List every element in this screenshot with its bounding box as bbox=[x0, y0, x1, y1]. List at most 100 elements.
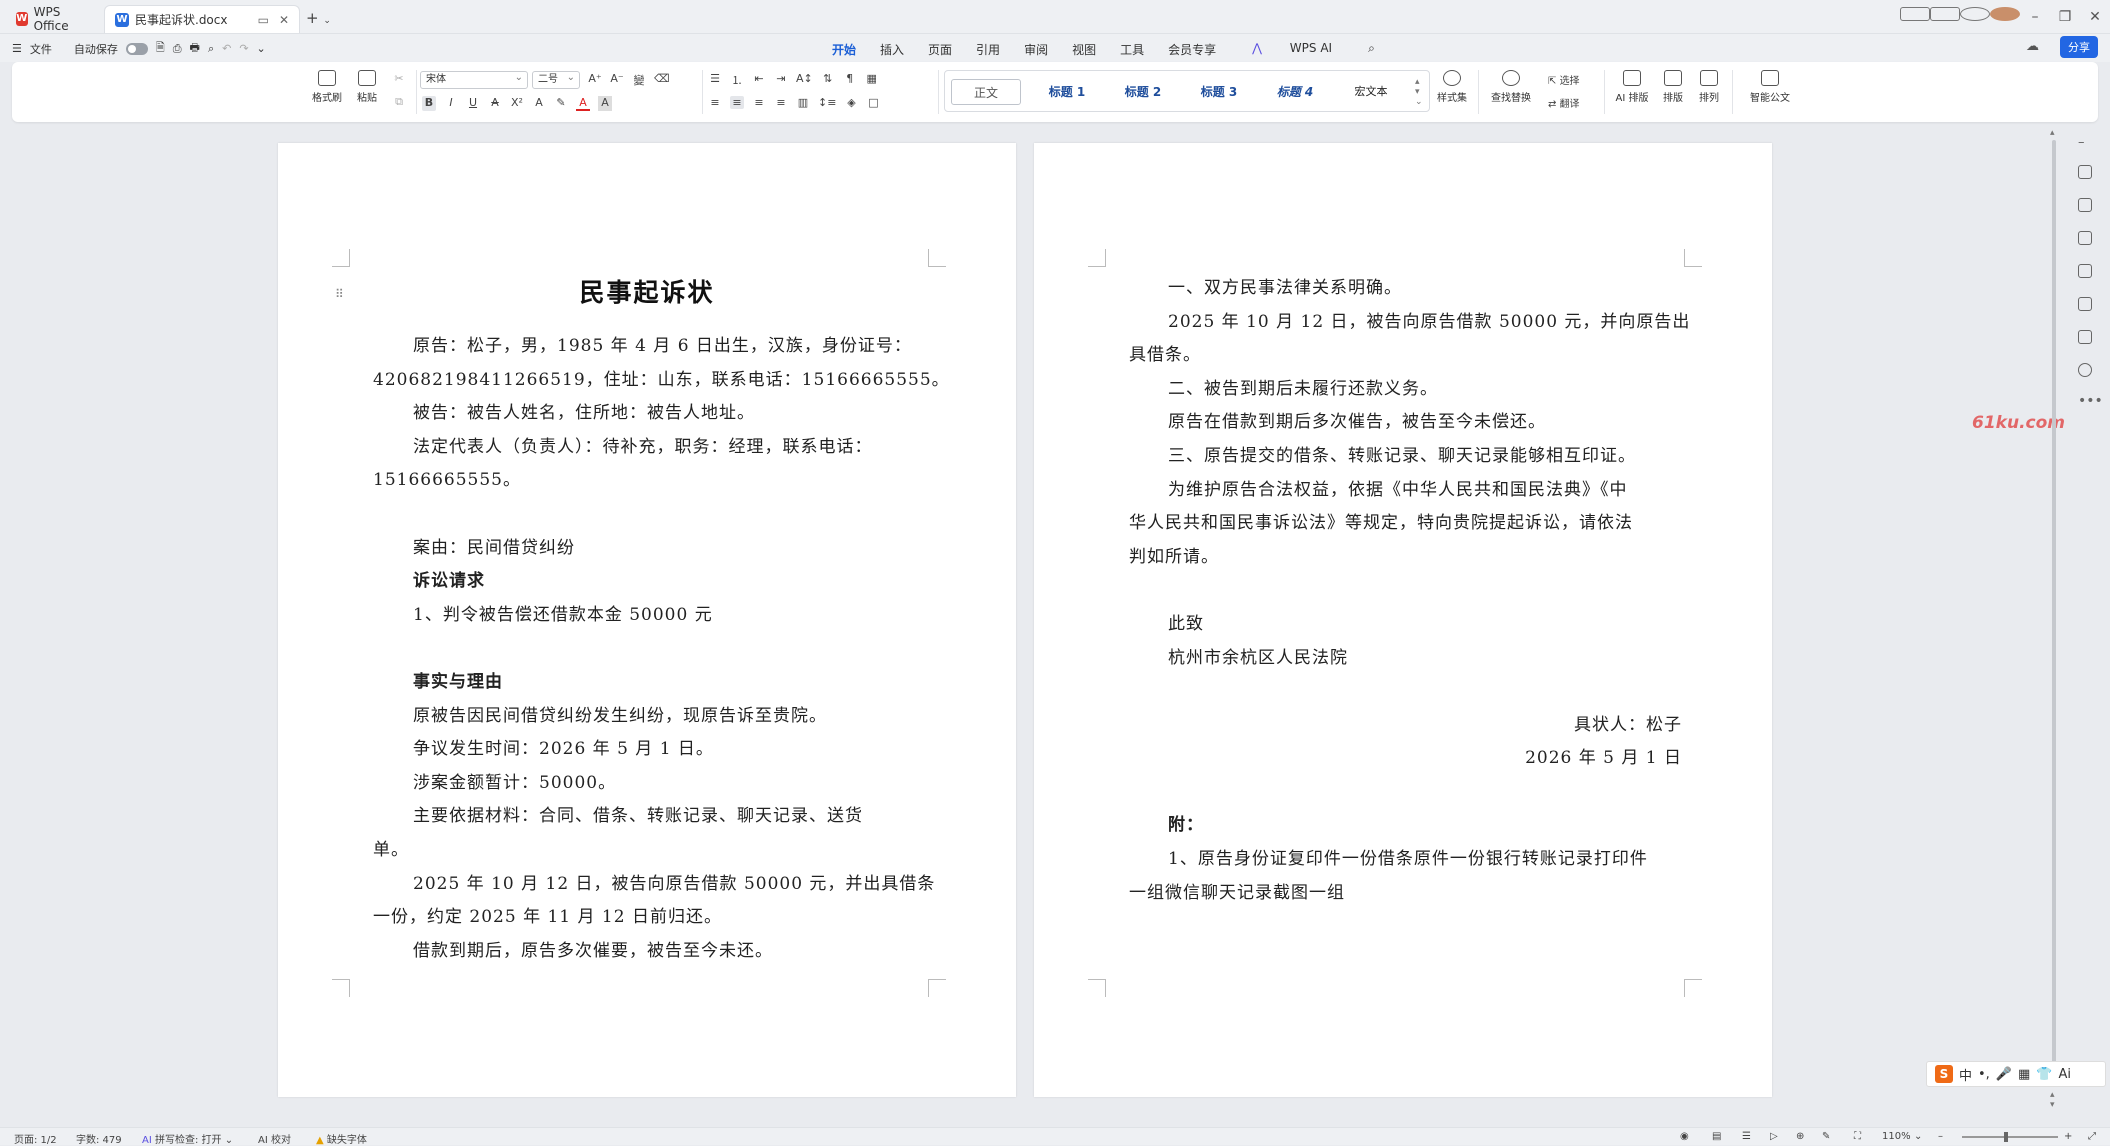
ai-proofread[interactable]: AI 校对 bbox=[258, 1131, 291, 1146]
undo-icon[interactable]: ↶ bbox=[222, 42, 231, 55]
share-button[interactable]: 分享 bbox=[2060, 36, 2098, 58]
italic-icon[interactable]: I bbox=[444, 96, 458, 111]
align-left-icon[interactable]: ≡ bbox=[708, 96, 722, 109]
chevron-down-icon[interactable]: ⌄ bbox=[323, 16, 331, 26]
customize-icon[interactable]: ⌄ bbox=[257, 42, 266, 55]
menu-wps-ai[interactable]: ⋀ WPS AI bbox=[1228, 38, 1356, 61]
menu-insert[interactable]: 插入 bbox=[868, 38, 916, 61]
style-heading-3[interactable]: 标题 3 bbox=[1189, 79, 1249, 105]
skin-icon[interactable]: 👕 bbox=[2036, 1067, 2052, 1082]
tab-close-icon[interactable]: ✕ bbox=[279, 13, 289, 27]
table-borders-icon[interactable]: ▦ bbox=[865, 72, 879, 88]
zoom-slider-handle[interactable] bbox=[2004, 1132, 2008, 1142]
select-button[interactable]: ⇱ 选择 bbox=[1548, 72, 1580, 87]
cube-icon[interactable] bbox=[1960, 6, 1990, 28]
page-view-icon[interactable]: ▤ bbox=[1712, 1131, 1721, 1142]
style-normal[interactable]: 正文 bbox=[951, 79, 1021, 105]
style-heading-4[interactable]: 标题 4 bbox=[1265, 79, 1325, 105]
style-heading-1[interactable]: 标题 1 bbox=[1037, 79, 1097, 105]
redo-icon[interactable]: ↷ bbox=[239, 42, 248, 55]
decrease-indent-icon[interactable]: ⇤ bbox=[752, 72, 766, 88]
shrink-font-icon[interactable]: A⁻ bbox=[610, 72, 624, 88]
mail-icon[interactable] bbox=[1900, 6, 1930, 28]
highlight-icon[interactable]: ✎ bbox=[554, 96, 568, 111]
minimize-icon[interactable]: – bbox=[2020, 6, 2050, 28]
tab-document[interactable]: W 民事起诉状.docx ▭ ✕ bbox=[104, 5, 300, 33]
style-macro-text[interactable]: 宏文本 bbox=[1341, 79, 1401, 105]
word-count[interactable]: 字数: 479 bbox=[76, 1131, 122, 1146]
styles-scroll-icon[interactable]: ▴ ▾ ⌄ bbox=[1415, 77, 1423, 107]
pen-icon[interactable]: ✎ bbox=[1822, 1131, 1830, 1142]
layout-button[interactable]: 排版 bbox=[1658, 70, 1688, 104]
translate-button[interactable]: ⇄ 翻译 bbox=[1548, 95, 1580, 110]
more-icon[interactable]: ••• bbox=[2078, 393, 2103, 409]
font-size-select[interactable]: 二号 bbox=[532, 70, 580, 89]
menu-references[interactable]: 引用 bbox=[964, 38, 1012, 61]
scroll-up-icon[interactable]: ▴ bbox=[2050, 128, 2055, 138]
edit-icon[interactable] bbox=[2078, 165, 2092, 179]
new-tab-button[interactable]: + ⌄ bbox=[306, 9, 331, 27]
find-replace-button[interactable]: 查找替换 bbox=[1488, 70, 1534, 104]
align-right-icon[interactable]: ≡ bbox=[752, 96, 766, 109]
cloud-icon[interactable]: ☁ bbox=[2026, 39, 2039, 54]
close-window-icon[interactable]: ✕ bbox=[2080, 6, 2110, 28]
zoom-level[interactable]: 110% bbox=[1882, 1131, 1911, 1142]
char-shading-icon[interactable]: A bbox=[598, 96, 612, 111]
play-icon[interactable]: ▷ bbox=[1770, 1131, 1778, 1142]
line-spacing-icon[interactable]: ↕≡ bbox=[818, 96, 836, 109]
tab-wps-office[interactable]: W WPS Office bbox=[6, 5, 98, 33]
autosave-toggle[interactable] bbox=[125, 42, 148, 55]
phonetic-icon[interactable]: 變 bbox=[632, 72, 646, 88]
format-painter-button[interactable]: 格式刷 bbox=[312, 70, 342, 104]
superscript-icon[interactable]: X² bbox=[510, 96, 524, 111]
zoom-out-icon[interactable]: – bbox=[1938, 1131, 1943, 1142]
distribute-icon[interactable]: ▥ bbox=[796, 96, 810, 109]
cut-icon[interactable]: ✂ bbox=[392, 72, 406, 85]
web-view-icon[interactable]: ⊕ bbox=[1796, 1131, 1804, 1142]
bullets-icon[interactable]: ☰ bbox=[708, 72, 722, 88]
copy-icon[interactable]: ⧉ bbox=[392, 95, 406, 109]
page-indicator[interactable]: 页面: 1/2 bbox=[14, 1131, 57, 1146]
menu-home[interactable]: 开始 bbox=[820, 38, 868, 64]
bold-icon[interactable]: B bbox=[422, 96, 436, 111]
collapse-icon[interactable]: – bbox=[2078, 135, 2085, 150]
shirt-icon[interactable] bbox=[2078, 330, 2092, 344]
hamburger-icon[interactable]: ☰ bbox=[12, 42, 22, 55]
menu-tools[interactable]: 工具 bbox=[1108, 38, 1156, 61]
print-icon[interactable]: 🖶 bbox=[190, 39, 200, 58]
zoom-slider[interactable] bbox=[1962, 1136, 2058, 1138]
settings-sliders-icon[interactable] bbox=[2078, 231, 2092, 245]
search-icon[interactable]: ⌕ bbox=[1356, 38, 1387, 61]
increase-indent-icon[interactable]: ⇥ bbox=[774, 72, 788, 88]
menu-view[interactable]: 视图 bbox=[1060, 38, 1108, 61]
fit-icon[interactable]: ⛶ bbox=[1854, 1131, 1861, 1142]
show-marks-icon[interactable]: ¶ bbox=[843, 72, 857, 88]
menu-member[interactable]: 会员专享 bbox=[1156, 38, 1228, 61]
image-icon[interactable] bbox=[2078, 297, 2092, 311]
border-icon[interactable]: □ bbox=[866, 96, 880, 109]
style-set-button[interactable]: 样式集 bbox=[1432, 70, 1472, 104]
pointer-icon[interactable] bbox=[2078, 198, 2092, 212]
text-direction-icon[interactable]: A↕ bbox=[796, 72, 813, 88]
numbering-icon[interactable]: ⒈ bbox=[730, 72, 744, 88]
export-icon[interactable]: ⎙ bbox=[173, 42, 182, 56]
file-menu[interactable]: 文件 bbox=[30, 41, 52, 57]
spellcheck-status[interactable]: AI 拼写检查: 打开 ⌄ bbox=[142, 1131, 233, 1146]
missing-font[interactable]: ▲ 缺失字体 bbox=[316, 1131, 367, 1146]
smart-doc-button[interactable]: 智能公文 bbox=[1748, 70, 1792, 104]
fullscreen-icon[interactable]: ⤢ bbox=[2088, 1131, 2096, 1142]
ime-logo-icon[interactable]: S bbox=[1935, 1065, 1953, 1083]
microphone-icon[interactable]: 🎤 bbox=[1996, 1067, 2012, 1082]
font-name-select[interactable]: 宋体 bbox=[420, 70, 528, 89]
menu-page[interactable]: 页面 bbox=[916, 38, 964, 61]
avatar[interactable] bbox=[1990, 6, 2020, 28]
save-icon[interactable]: 🗎 bbox=[156, 39, 165, 58]
zoom-in-icon[interactable]: + bbox=[2064, 1131, 2072, 1142]
help-icon[interactable] bbox=[2078, 363, 2092, 377]
restore-icon[interactable]: ❐ bbox=[2050, 6, 2080, 28]
window-icon[interactable] bbox=[1930, 6, 1960, 28]
outline-view-icon[interactable]: ☰ bbox=[1742, 1131, 1751, 1142]
align-center-icon[interactable]: ≡ bbox=[730, 96, 744, 109]
tools-icon[interactable] bbox=[2078, 264, 2092, 278]
arrange-button[interactable]: 排列 bbox=[1694, 70, 1724, 104]
